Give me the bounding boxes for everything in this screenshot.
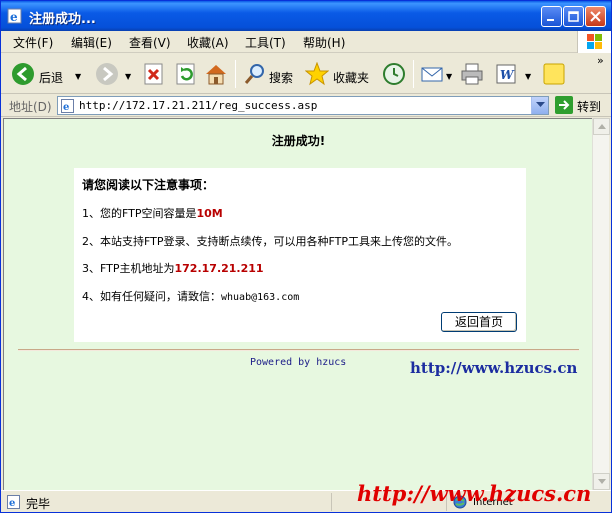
svg-text:e: e xyxy=(10,10,18,24)
close-icon xyxy=(590,11,601,22)
word-edit-icon: W xyxy=(496,64,516,84)
go-button[interactable] xyxy=(555,96,573,114)
maximize-icon xyxy=(568,11,579,22)
back-button[interactable]: 后退 ▼ xyxy=(9,58,93,90)
menu-file[interactable]: 文件(F) xyxy=(13,34,53,51)
chevron-down-icon xyxy=(536,102,545,107)
stop-icon xyxy=(144,63,163,85)
printer-icon xyxy=(461,63,483,85)
favorites-star-icon xyxy=(305,62,329,86)
menu-bar: 文件(F) 编辑(E) 查看(V) 收藏(A) 工具(T) 帮助(H) xyxy=(1,31,611,53)
search-icon xyxy=(244,64,264,84)
history-icon xyxy=(383,63,405,85)
scroll-up-icon xyxy=(598,124,606,129)
watermark-text: http://www.hzucs.cn xyxy=(357,481,592,506)
notice-item-1-text: 1、您的FTP空间容量是 xyxy=(82,207,197,220)
vertical-scrollbar[interactable] xyxy=(592,118,610,490)
menu-tools[interactable]: 工具(T) xyxy=(245,34,286,51)
discuss-button[interactable] xyxy=(541,58,569,90)
maximize-button[interactable] xyxy=(563,6,584,27)
refresh-icon xyxy=(176,63,195,85)
notice-title: 请您阅读以下注意事项： xyxy=(82,178,215,192)
back-label: 后退 xyxy=(39,71,64,85)
forward-dropdown-icon[interactable]: ▼ xyxy=(125,72,131,81)
svg-text:e: e xyxy=(9,498,15,509)
menu-view[interactable]: 查看(V) xyxy=(129,34,171,51)
ftp-host-value: 172.17.21.211 xyxy=(174,262,264,275)
notice-item-1: 1、您的FTP空间容量是10M xyxy=(82,205,223,221)
status-text: 完毕 xyxy=(26,497,51,511)
scroll-down-button[interactable] xyxy=(593,473,610,490)
back-dropdown-icon[interactable]: ▼ xyxy=(75,72,81,81)
windows-logo-icon xyxy=(577,31,611,53)
notice-item-3: 3、FTP主机地址为172.17.21.211 xyxy=(82,260,264,276)
svg-text:e: e xyxy=(63,102,69,113)
home-icon xyxy=(206,65,226,85)
menu-edit[interactable]: 编辑(E) xyxy=(71,34,112,51)
refresh-button[interactable] xyxy=(173,58,199,90)
status-pane-divider xyxy=(331,493,332,511)
home-button[interactable] xyxy=(203,58,231,90)
notice-panel: 请您阅读以下注意事项： 1、您的FTP空间容量是10M 2、本站支持FTP登录、… xyxy=(74,168,526,342)
history-button[interactable] xyxy=(381,58,409,90)
svg-text:W: W xyxy=(500,68,515,82)
site-link[interactable]: http://www.hzucs.cn xyxy=(410,359,577,377)
divider xyxy=(18,349,579,351)
notice-item-4: 4、如有任何疑问，请致信：whuab@163.com xyxy=(82,288,299,304)
ie-page-icon: e xyxy=(7,8,22,24)
menu-help[interactable]: 帮助(H) xyxy=(303,34,345,51)
edit-button[interactable]: W ▼ xyxy=(493,58,533,90)
mail-dropdown-icon[interactable]: ▼ xyxy=(446,72,452,81)
browser-window: e 注册成功... 文件(F) 编辑(E) 查看(V) 收藏(A) 工具(T) … xyxy=(0,0,612,513)
print-button[interactable] xyxy=(459,58,487,90)
contact-email[interactable]: whuab@163.com xyxy=(221,292,299,303)
powered-by-text: Powered by hzucs xyxy=(250,357,347,368)
mail-icon xyxy=(421,67,443,82)
edit-dropdown-icon[interactable]: ▼ xyxy=(525,72,531,81)
address-label: 地址(D) xyxy=(9,100,52,114)
standard-toolbar: 后退 ▼ ▼ 搜索 收藏夹 ▼ W ▼ » xyxy=(1,54,611,94)
back-arrow-icon xyxy=(12,63,34,85)
page-content: 注册成功! 请您阅读以下注意事项： 1、您的FTP空间容量是10M 2、本站支持… xyxy=(3,118,592,490)
address-bar: 地址(D) e http://172.17.21.211/reg_success… xyxy=(1,94,611,117)
scroll-down-icon xyxy=(598,479,606,484)
search-label: 搜索 xyxy=(269,71,294,85)
back-home-button[interactable]: 返回首页 xyxy=(441,312,517,332)
forward-arrow-icon xyxy=(96,63,118,85)
scroll-up-button[interactable] xyxy=(593,118,610,135)
address-dropdown-button[interactable] xyxy=(531,97,548,114)
minimize-button[interactable] xyxy=(541,6,562,27)
menu-favorites[interactable]: 收藏(A) xyxy=(187,34,229,51)
favorites-button[interactable]: 收藏夹 xyxy=(303,58,373,90)
page-title: 注册成功! xyxy=(271,134,326,148)
minimize-icon xyxy=(547,19,554,21)
note-icon xyxy=(543,63,565,85)
notice-item-2: 2、本站支持FTP登录、支持断点续传，可以用各种FTP工具来上传您的文件。 xyxy=(82,235,458,248)
toolbar-separator xyxy=(235,60,236,88)
address-input[interactable]: e http://172.17.21.211/reg_success.asp xyxy=(57,96,549,115)
address-url: http://172.17.21.211/reg_success.asp xyxy=(79,99,318,112)
window-title: 注册成功... xyxy=(29,12,96,27)
favorites-label: 收藏夹 xyxy=(333,71,370,85)
ie-page-icon: e xyxy=(7,495,20,509)
title-bar[interactable]: e 注册成功... xyxy=(1,1,611,31)
go-label[interactable]: 转到 xyxy=(577,98,601,115)
forward-button[interactable]: ▼ xyxy=(93,58,133,90)
notice-item-4-text: 4、如有任何疑问，请致信： xyxy=(82,290,221,303)
close-button[interactable] xyxy=(585,6,606,27)
notice-item-3-text: 3、FTP主机地址为 xyxy=(82,262,175,275)
search-button[interactable]: 搜索 xyxy=(241,58,299,90)
toolbar-overflow-chevron[interactable]: » xyxy=(597,54,604,67)
go-arrow-icon xyxy=(559,100,570,110)
ftp-quota-value: 10M xyxy=(196,207,223,220)
toolbar-separator xyxy=(413,60,414,88)
mail-button[interactable]: ▼ xyxy=(419,58,455,90)
ie-page-icon: e xyxy=(61,99,74,113)
stop-button[interactable] xyxy=(141,58,167,90)
